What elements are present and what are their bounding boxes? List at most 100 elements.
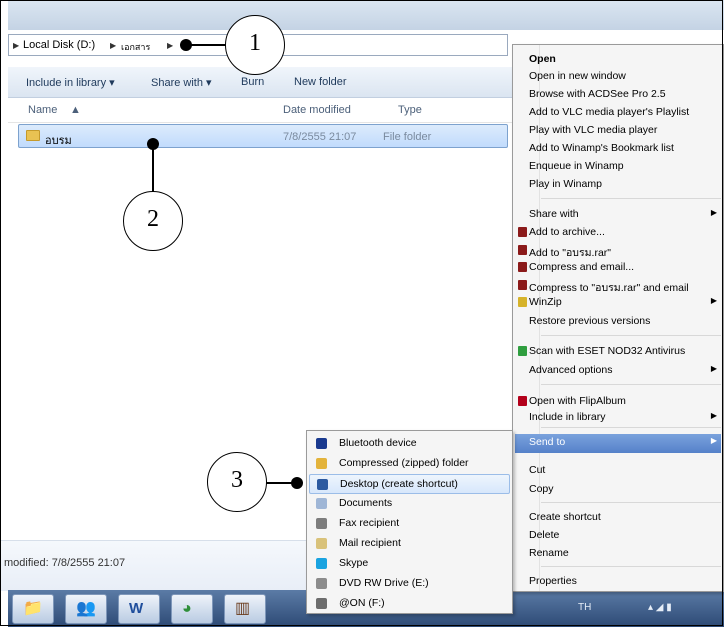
context-menu-item[interactable]: Add to VLC media player's Playlist: [515, 104, 721, 122]
send-to-item-label: Fax recipient: [339, 517, 400, 529]
context-menu-item-label: Copy: [529, 483, 554, 495]
context-menu-item[interactable]: Create shortcut: [515, 509, 721, 527]
context-menu-item-label: Create shortcut: [529, 511, 601, 523]
bluetooth-icon: [316, 438, 327, 449]
context-menu-item-label: Play with VLC media player: [529, 124, 658, 136]
send-to-item[interactable]: Skype: [309, 554, 510, 574]
taskbar-library-button[interactable]: ▥: [224, 594, 266, 624]
context-menu-item[interactable]: Restore previous versions: [515, 313, 721, 331]
callout-1-line: [186, 44, 226, 46]
taskbar-app-button[interactable]: ◕: [171, 594, 213, 624]
column-date-modified[interactable]: Date modified: [283, 104, 351, 116]
taskbar-word-button[interactable]: W: [118, 594, 160, 624]
context-menu-item[interactable]: Open: [515, 51, 721, 69]
send-to-item[interactable]: Bluetooth device: [309, 434, 510, 454]
flipalbum-icon: [518, 396, 527, 406]
context-menu-item[interactable]: Browse with ACDSee Pro 2.5: [515, 86, 721, 104]
include-in-library-button[interactable]: Include in library ▾: [26, 76, 115, 89]
context-menu-item-label: Send to: [529, 436, 566, 448]
eset-icon: [518, 346, 527, 356]
folder-date: 7/8/2555 21:07: [283, 131, 357, 143]
context-menu-item-label: Open in new window: [529, 70, 626, 82]
context-menu-item[interactable]: Scan with ESET NOD32 Antivirus: [515, 343, 721, 361]
submenu-arrow-icon: ▶: [710, 411, 717, 420]
mail-icon: [316, 538, 327, 549]
new-folder-button[interactable]: New folder: [294, 76, 347, 88]
context-menu-item[interactable]: Cut: [515, 462, 721, 480]
folder-type: File folder: [383, 131, 432, 143]
messenger-icon: 👥: [76, 600, 96, 617]
context-menu-item-label: Restore previous versions: [529, 315, 651, 327]
context-menu-item-label: Add to Winamp's Bookmark list: [529, 142, 674, 154]
breadcrumb-local-disk[interactable]: Local Disk (D:): [23, 39, 95, 51]
context-menu: Open Open in new window Browse with ACDSee…: [512, 44, 724, 592]
context-menu-item-label: Rename: [529, 547, 569, 559]
usb-drive-icon: [316, 598, 327, 609]
context-menu-item[interactable]: Advanced options ▶: [515, 362, 721, 380]
context-menu-item[interactable]: Delete: [515, 527, 721, 545]
context-menu-item[interactable]: Compress and email...: [515, 259, 721, 277]
context-menu-item[interactable]: Open in new window: [515, 68, 721, 86]
context-menu-item[interactable]: Send to ▶: [515, 434, 721, 453]
context-menu-item[interactable]: Play in Winamp: [515, 176, 721, 194]
menu-separator: [541, 335, 721, 336]
taskbar-explorer-button[interactable]: 📁: [12, 594, 54, 624]
folder-icon: [26, 130, 40, 141]
context-menu-item-label: Enqueue in Winamp: [529, 160, 624, 172]
share-with-button[interactable]: Share with ▾: [151, 76, 212, 89]
winrar-icon: [518, 280, 527, 290]
callout-2: 2: [123, 191, 183, 251]
context-menu-item-label: Share with: [529, 208, 579, 220]
context-menu-item[interactable]: Rename: [515, 545, 721, 563]
context-menu-item[interactable]: Play with VLC media player: [515, 122, 721, 140]
winrar-icon: [518, 262, 527, 272]
menu-separator: [541, 384, 721, 385]
context-menu-item-label: Include in library: [529, 411, 606, 423]
send-to-item[interactable]: Mail recipient: [309, 534, 510, 554]
context-menu-item[interactable]: Include in library ▶: [515, 409, 721, 427]
context-menu-item[interactable]: Add to archive...: [515, 224, 721, 242]
send-to-item[interactable]: DVD RW Drive (E:): [309, 574, 510, 594]
send-to-item-label: @ON (F:): [339, 597, 385, 609]
skype-icon: [316, 558, 327, 569]
fax-icon: [316, 518, 327, 529]
column-name[interactable]: Name: [28, 104, 57, 116]
taskbar-messenger-button[interactable]: 👥: [65, 594, 107, 624]
column-type[interactable]: Type: [398, 104, 422, 116]
breadcrumb-separator-icon[interactable]: ▶: [110, 41, 116, 50]
send-to-item[interactable]: Fax recipient: [309, 514, 510, 534]
context-menu-item[interactable]: Compress to "อบรม.rar" and email: [515, 277, 721, 295]
context-menu-item[interactable]: Copy: [515, 481, 721, 499]
callout-1: 1: [225, 15, 285, 75]
library-icon: ▥: [235, 600, 251, 617]
context-menu-item[interactable]: WinZip ▶: [515, 294, 721, 312]
submenu-arrow-icon: ▶: [710, 296, 717, 305]
context-menu-item[interactable]: Add to Winamp's Bookmark list: [515, 140, 721, 158]
send-to-item[interactable]: @ON (F:): [309, 594, 510, 614]
context-menu-item[interactable]: Enqueue in Winamp: [515, 158, 721, 176]
folder-row[interactable]: อบรม 7/8/2555 21:07 File folder: [18, 124, 508, 148]
submenu-arrow-icon: ▶: [710, 364, 717, 373]
send-to-item[interactable]: Compressed (zipped) folder: [309, 454, 510, 474]
callout-2-dot: [147, 138, 159, 150]
menu-separator: [541, 198, 721, 199]
send-to-submenu: Bluetooth device Compressed (zipped) fold…: [306, 430, 513, 614]
breadcrumb-arrow-icon[interactable]: ▶: [13, 41, 19, 50]
context-menu-item-label: Advanced options: [529, 364, 613, 376]
send-to-item[interactable]: Desktop (create shortcut): [309, 474, 510, 494]
tray-icons[interactable]: ▴ ◢ ▮: [648, 602, 672, 613]
breadcrumb-folder[interactable]: เอกสาร: [121, 40, 150, 54]
context-menu-item[interactable]: Properties: [515, 573, 721, 591]
context-menu-item[interactable]: Share with ▶: [515, 206, 721, 224]
context-menu-item-label: Add to VLC media player's Playlist: [529, 106, 690, 118]
context-menu-item[interactable]: Add to "อบรม.rar": [515, 242, 721, 260]
menu-separator: [541, 427, 721, 428]
send-to-item[interactable]: Documents: [309, 494, 510, 514]
burn-button[interactable]: Burn: [241, 76, 264, 88]
word-icon: W: [129, 600, 144, 617]
context-menu-item-label: Scan with ESET NOD32 Antivirus: [529, 345, 686, 357]
breadcrumb-separator-icon[interactable]: ▶: [167, 41, 173, 50]
language-indicator[interactable]: TH: [578, 602, 591, 613]
screenshot: ▶ Local Disk (D:) ▶ เอกสาร ▶ Include in …: [0, 0, 724, 627]
winzip-icon: [518, 297, 527, 307]
